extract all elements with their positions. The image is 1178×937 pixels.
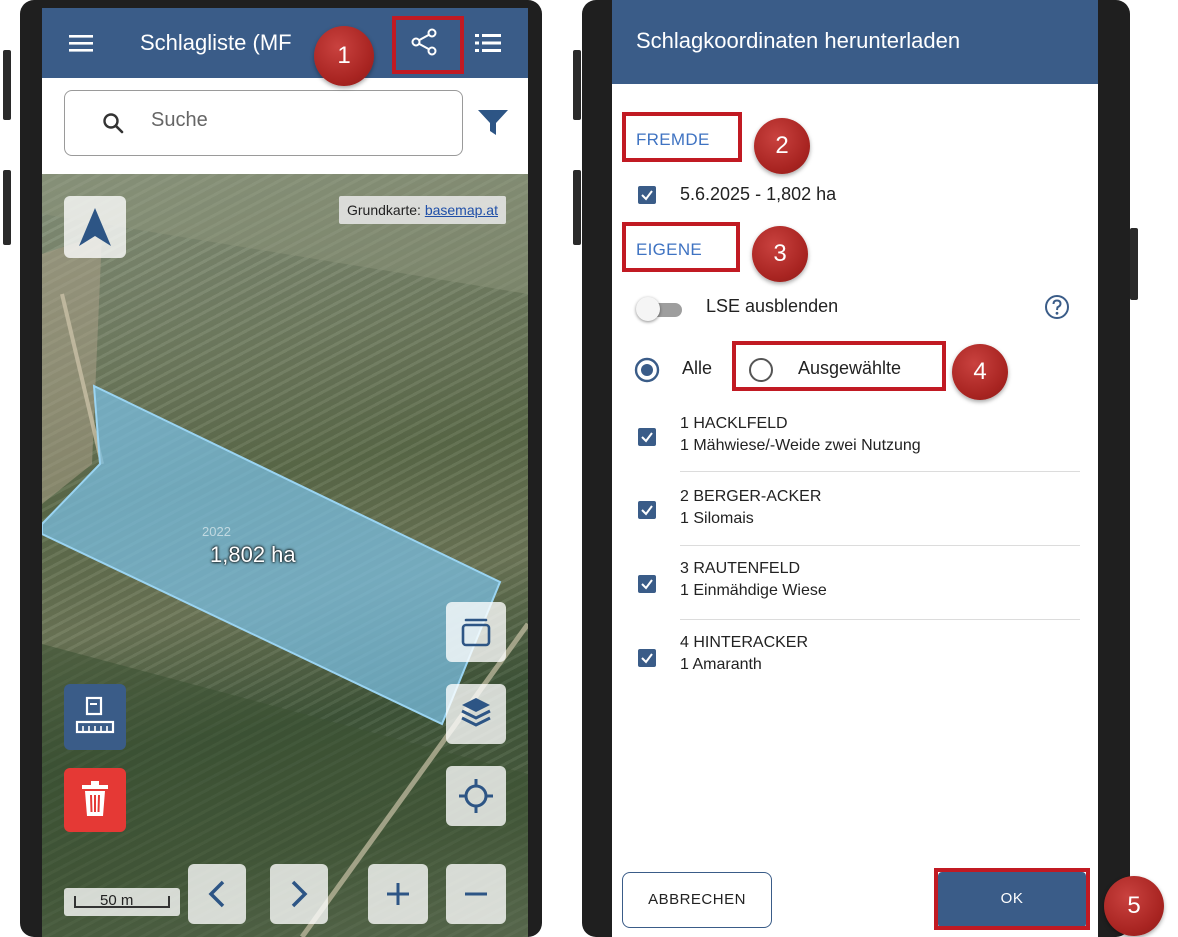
search-input[interactable]: Suche (64, 90, 463, 156)
toggle-thumb (636, 297, 660, 321)
north-arrow-icon (77, 206, 113, 253)
zoom-in-icon (386, 882, 410, 911)
zoom-out-button[interactable] (446, 864, 506, 924)
list-item[interactable]: 2 BERGER-ACKER 1 Silomais (612, 478, 1098, 544)
radio-all[interactable] (634, 357, 660, 383)
list-icon[interactable] (474, 30, 502, 56)
locate-icon (458, 778, 494, 819)
prev-icon (207, 880, 227, 913)
zoom-in-button[interactable] (368, 864, 428, 924)
layers-button[interactable] (446, 684, 506, 744)
cancel-label: ABBRECHEN (648, 891, 746, 908)
field-title: 1 HACKLFELD (680, 415, 788, 432)
divider (680, 471, 1080, 472)
step-badge-5: 5 (1104, 876, 1164, 936)
card-icon (460, 616, 492, 653)
measure-button[interactable] (64, 684, 126, 750)
north-arrow-button[interactable] (64, 196, 126, 258)
zoom-out-icon (464, 882, 488, 911)
field-list-screen: Schlagliste (MF Suche Grundkarte: basema… (42, 8, 528, 937)
highlight-foreign (622, 112, 742, 162)
basemap-prefix: Grundkarte: (347, 202, 425, 218)
lse-toggle[interactable] (634, 296, 686, 324)
field-checkbox[interactable] (638, 575, 656, 593)
field-subtitle: 1 Mähwiese/-Weide zwei Nutzung (680, 437, 921, 454)
scale-bar: 50 m (64, 888, 180, 916)
toggle-label: LSE ausblenden (706, 296, 839, 316)
measure-icon (75, 696, 115, 743)
menu-icon[interactable] (68, 30, 94, 56)
field-title: 3 RAUTENFELD (680, 560, 801, 577)
search-placeholder: Suche (151, 109, 208, 131)
list-item[interactable]: 3 RAUTENFELD 1 Einmähdige Wiese (612, 552, 1098, 618)
divider (680, 545, 1080, 546)
step-badge-2: 2 (754, 118, 810, 174)
step-badge-3: 3 (752, 226, 808, 282)
search-row: Suche (42, 78, 528, 174)
list-item[interactable]: 4 HINTERACKER 1 Amaranth (612, 626, 1098, 692)
card-button[interactable] (446, 602, 506, 662)
dialog-title: Schlagkoordinaten herunterladen (636, 28, 961, 53)
dialog-header: Schlagkoordinaten herunterladen (612, 0, 1098, 84)
delete-icon (81, 781, 109, 822)
left-phone-side-button (3, 50, 11, 120)
help-icon[interactable] (1044, 294, 1070, 320)
next-icon (289, 880, 309, 913)
step-badge-4: 4 (952, 344, 1008, 400)
locate-button[interactable] (446, 766, 506, 826)
foreign-item-label: 5.6.2025 - 1,802 ha (680, 184, 837, 204)
prev-button[interactable] (188, 864, 246, 924)
map-view[interactable]: Grundkarte: basemap.at 2022 1,802 ha 50 … (42, 174, 528, 937)
filter-icon[interactable] (476, 108, 510, 138)
search-icon (101, 111, 125, 135)
left-phone-side-button (3, 170, 11, 245)
highlight-ok (934, 868, 1090, 930)
cancel-button[interactable]: ABBRECHEN (622, 872, 772, 928)
field-checkbox[interactable] (638, 428, 656, 446)
field-subtitle: 1 Einmähdige Wiese (680, 582, 827, 599)
basemap-attribution: Grundkarte: basemap.at (339, 196, 506, 224)
divider (680, 619, 1080, 620)
highlight-share (392, 16, 464, 74)
foreign-item-checkbox[interactable] (638, 186, 656, 204)
field-checkbox[interactable] (638, 649, 656, 667)
field-year: 2022 (202, 524, 231, 539)
list-item[interactable]: 1 HACKLFELD 1 Mähwiese/-Weide zwei Nutzu… (612, 405, 1098, 471)
field-subtitle: 1 Silomais (680, 510, 754, 527)
right-phone-side-button (573, 170, 581, 245)
field-checkbox[interactable] (638, 501, 656, 519)
field-subtitle: 1 Amaranth (680, 656, 762, 673)
radio-all-label: Alle (682, 358, 713, 378)
right-phone-side-button (1130, 228, 1138, 300)
field-area-label: 1,802 ha (210, 542, 296, 567)
next-button[interactable] (270, 864, 328, 924)
delete-button[interactable] (64, 768, 126, 832)
step-badge-1: 1 (314, 26, 374, 86)
scale-label: 50 m (100, 892, 134, 909)
basemap-link[interactable]: basemap.at (425, 202, 498, 218)
highlight-selected-radio (732, 341, 946, 391)
highlight-own (622, 222, 740, 272)
layers-icon (460, 696, 492, 735)
page-title: Schlagliste (MF (140, 30, 292, 55)
field-title: 4 HINTERACKER (680, 634, 809, 651)
field-title: 2 BERGER-ACKER (680, 488, 822, 505)
right-phone-side-button (573, 50, 581, 120)
